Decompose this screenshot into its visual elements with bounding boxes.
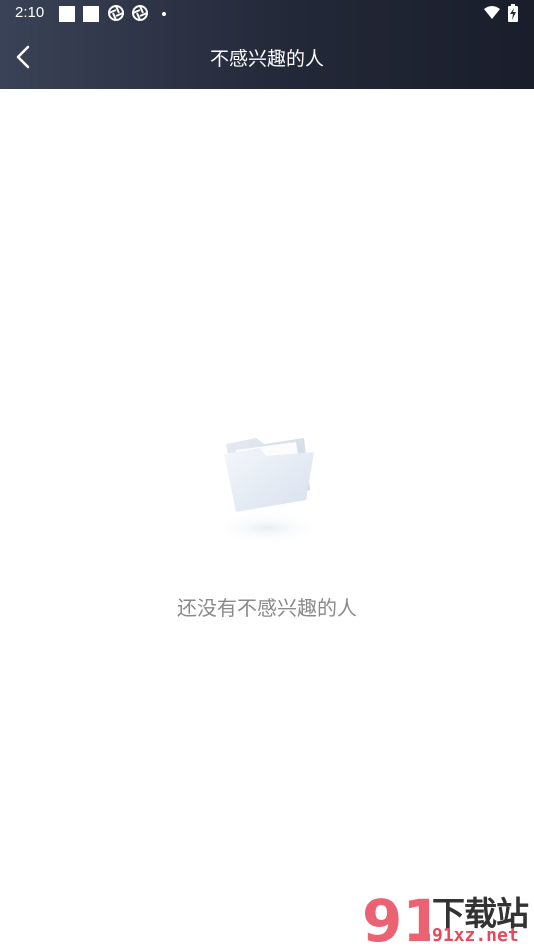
watermark-logo-text: 91 — [362, 889, 430, 949]
folder-icon — [211, 438, 323, 544]
watermark: 91 下载站 91xz.net — [362, 887, 534, 950]
aperture-icon — [108, 5, 124, 21]
wifi-icon — [484, 6, 500, 19]
square-icon — [59, 6, 75, 22]
page-title: 不感兴趣的人 — [209, 48, 324, 70]
aperture-icon — [132, 5, 148, 21]
status-bar: 2:10 — [0, 0, 534, 28]
watermark-logo: 91 — [362, 889, 430, 949]
empty-state-message: 还没有不感兴趣的人 — [177, 596, 357, 620]
watermark-url: 91xz.net — [432, 925, 519, 946]
square-icon — [83, 6, 99, 22]
empty-state-illustration — [206, 430, 328, 548]
status-time: 2:10 — [15, 4, 45, 21]
dot-icon — [162, 12, 166, 16]
battery-charging-icon — [508, 4, 518, 22]
app-header: 2:10 不感兴趣的人 — [0, 0, 534, 89]
